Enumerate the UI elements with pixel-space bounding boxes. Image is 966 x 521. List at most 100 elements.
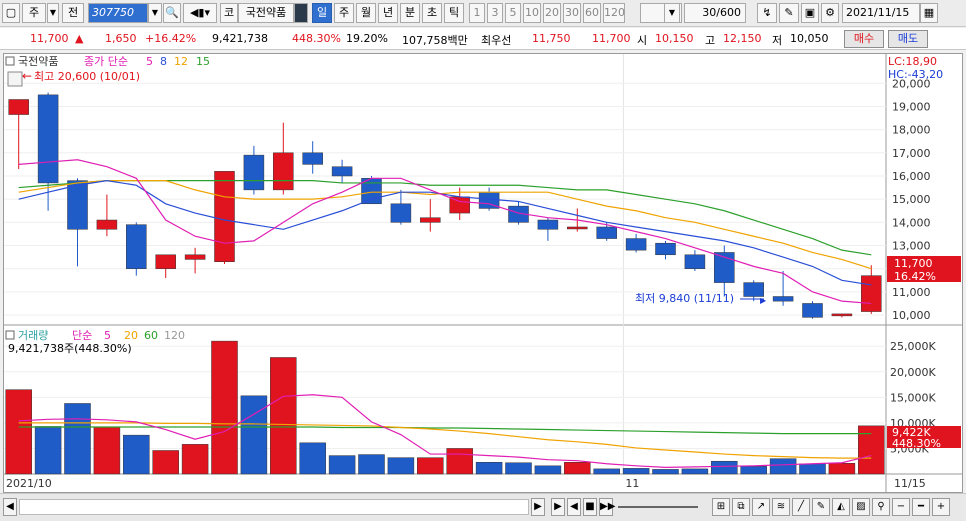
candle-body: [96, 219, 118, 230]
fill-icon[interactable]: ▨: [852, 498, 870, 516]
candle-body: [684, 254, 706, 269]
speaker-icon[interactable]: ◀▮▾: [183, 3, 217, 23]
zoom-in-icon[interactable]: +: [932, 498, 950, 516]
scroll-right-icon[interactable]: ▶: [531, 498, 545, 516]
left-arrow-icon: ←: [22, 69, 32, 83]
candle-body: [743, 282, 764, 297]
low-annotation: 최저 9,840 (11/11): [635, 292, 734, 305]
price-ma-period: 8: [160, 55, 167, 68]
volume-bar: [417, 457, 444, 475]
candle-body: [537, 219, 559, 230]
volume-bar: [652, 469, 679, 475]
low-arrow-icon: ▶: [760, 296, 767, 305]
copy-icon[interactable]: ⧉: [732, 498, 750, 516]
price-ma-period: 15: [196, 55, 210, 68]
period-button[interactable]: 주: [334, 3, 354, 23]
best-ask: 11,750: [532, 32, 571, 45]
indicator-icon[interactable]: ↯: [757, 3, 777, 23]
code-dropdown-icon[interactable]: ▼: [148, 3, 162, 23]
volume-ma-period: 5: [104, 329, 111, 342]
volume-bar: [505, 462, 532, 475]
line-icon[interactable]: ╱: [792, 498, 810, 516]
candle-body: [273, 152, 294, 191]
price-tick-label: 13,000: [892, 240, 931, 253]
window-icon[interactable]: ▢: [2, 3, 20, 23]
scroll-left-icon[interactable]: ◀: [3, 498, 17, 516]
stock-code-input[interactable]: 307750: [88, 3, 148, 23]
price-change: 1,650: [105, 32, 137, 45]
area-icon[interactable]: ◭: [832, 498, 850, 516]
lc-label: LC:18,90: [888, 55, 937, 68]
play-icon[interactable]: ▶: [551, 498, 565, 516]
volume-ratio: 448.30%: [292, 32, 341, 45]
best-bid: 11,700: [592, 32, 631, 45]
zoom-handle-icon[interactable]: ━: [912, 498, 930, 516]
period-button[interactable]: 년: [378, 3, 398, 23]
chart-type-select[interactable]: 주: [22, 3, 46, 23]
draw-icon[interactable]: ✎: [812, 498, 830, 516]
chart-area[interactable]: 20,000 19,000 18,000 17,000 16,000 15,000 14,0…: [3, 53, 963, 493]
period-button[interactable]: 초: [422, 3, 442, 23]
volume-bar: [564, 461, 591, 475]
save-icon[interactable]: ▣: [801, 3, 819, 23]
ma5-price-line: [18, 159, 872, 305]
buy-button[interactable]: 매수: [844, 30, 884, 48]
interval-button[interactable]: 10: [523, 3, 541, 23]
volume-bar: [740, 466, 767, 475]
calendar-icon[interactable]: ▦: [920, 3, 938, 23]
candle-body: [302, 152, 323, 165]
volume-bar: [211, 340, 238, 475]
volume-bar: [711, 460, 738, 475]
turnover: 19.20%: [346, 32, 388, 45]
speed-slider[interactable]: [618, 506, 698, 508]
candle-body: [625, 238, 647, 251]
price-ma-label: 종가 단순: [84, 55, 128, 68]
gear-icon[interactable]: ⚙: [821, 3, 839, 23]
chevron-down-icon[interactable]: ▼: [47, 3, 59, 23]
period-button[interactable]: 틱: [444, 3, 464, 23]
jeon-button[interactable]: 전: [62, 3, 84, 23]
price-tick-label: 16,000: [892, 170, 931, 183]
candle-body: [390, 203, 412, 223]
stop-icon[interactable]: ■: [583, 498, 597, 516]
search-icon[interactable]: 🔍: [163, 3, 181, 23]
period-button[interactable]: 월: [356, 3, 376, 23]
interval-button[interactable]: 20: [543, 3, 561, 23]
interval-button[interactable]: 1: [469, 3, 485, 23]
scroll-track[interactable]: [19, 499, 529, 515]
price-tick-label: 11,000: [892, 286, 931, 299]
trend-icon[interactable]: ≋: [772, 498, 790, 516]
interval-button[interactable]: 5: [505, 3, 521, 23]
zoom-search-icon[interactable]: ⚲: [872, 498, 890, 516]
interval-button[interactable]: 3: [487, 3, 503, 23]
date-field[interactable]: 2021/11/15: [842, 3, 920, 23]
interval-button[interactable]: 30: [563, 3, 581, 23]
volume-tick-label: 15,000K: [890, 391, 936, 404]
draw-tool-icon[interactable]: ✎: [779, 3, 799, 23]
zoom-out-icon[interactable]: −: [892, 498, 910, 516]
count-field[interactable]: 30/600: [684, 3, 746, 23]
price-tick-label: 10,000: [892, 309, 931, 322]
sell-button[interactable]: 매도: [888, 30, 928, 48]
open-value: 10,150: [655, 32, 694, 45]
volume-bar: [328, 455, 356, 475]
volume-bar: [34, 426, 62, 475]
volume-bar: [5, 389, 32, 475]
panel-collapse-icon: [5, 56, 15, 66]
bottom-controls: ◀ ▶ ▶ ◀ ■ ▶▶ ⊞ ⧉ ↗ ≋ ╱ ✎ ◭ ▨ ⚲ − ━ +: [0, 493, 966, 521]
fast-forward-icon[interactable]: ▶▶: [599, 498, 615, 516]
interval-button[interactable]: 60: [583, 3, 601, 23]
spacer-dropdown-icon[interactable]: ▼: [664, 3, 680, 23]
period-button[interactable]: 분: [400, 3, 420, 23]
chart-icon[interactable]: ↗: [752, 498, 770, 516]
period-button[interactable]: 일: [312, 3, 332, 23]
high-value: 12,150: [723, 32, 762, 45]
candle-body: [37, 94, 59, 184]
step-icon[interactable]: ◀: [567, 498, 581, 516]
volume-bar: [93, 426, 121, 475]
layout-icon[interactable]: ⊞: [712, 498, 730, 516]
interval-button[interactable]: 120: [603, 3, 625, 23]
high-label: 고: [705, 34, 716, 47]
volume-bar: [681, 468, 709, 475]
stock-chart[interactable]: 20,00019,00018,00017,00016,00015,00014,0…: [4, 54, 962, 492]
